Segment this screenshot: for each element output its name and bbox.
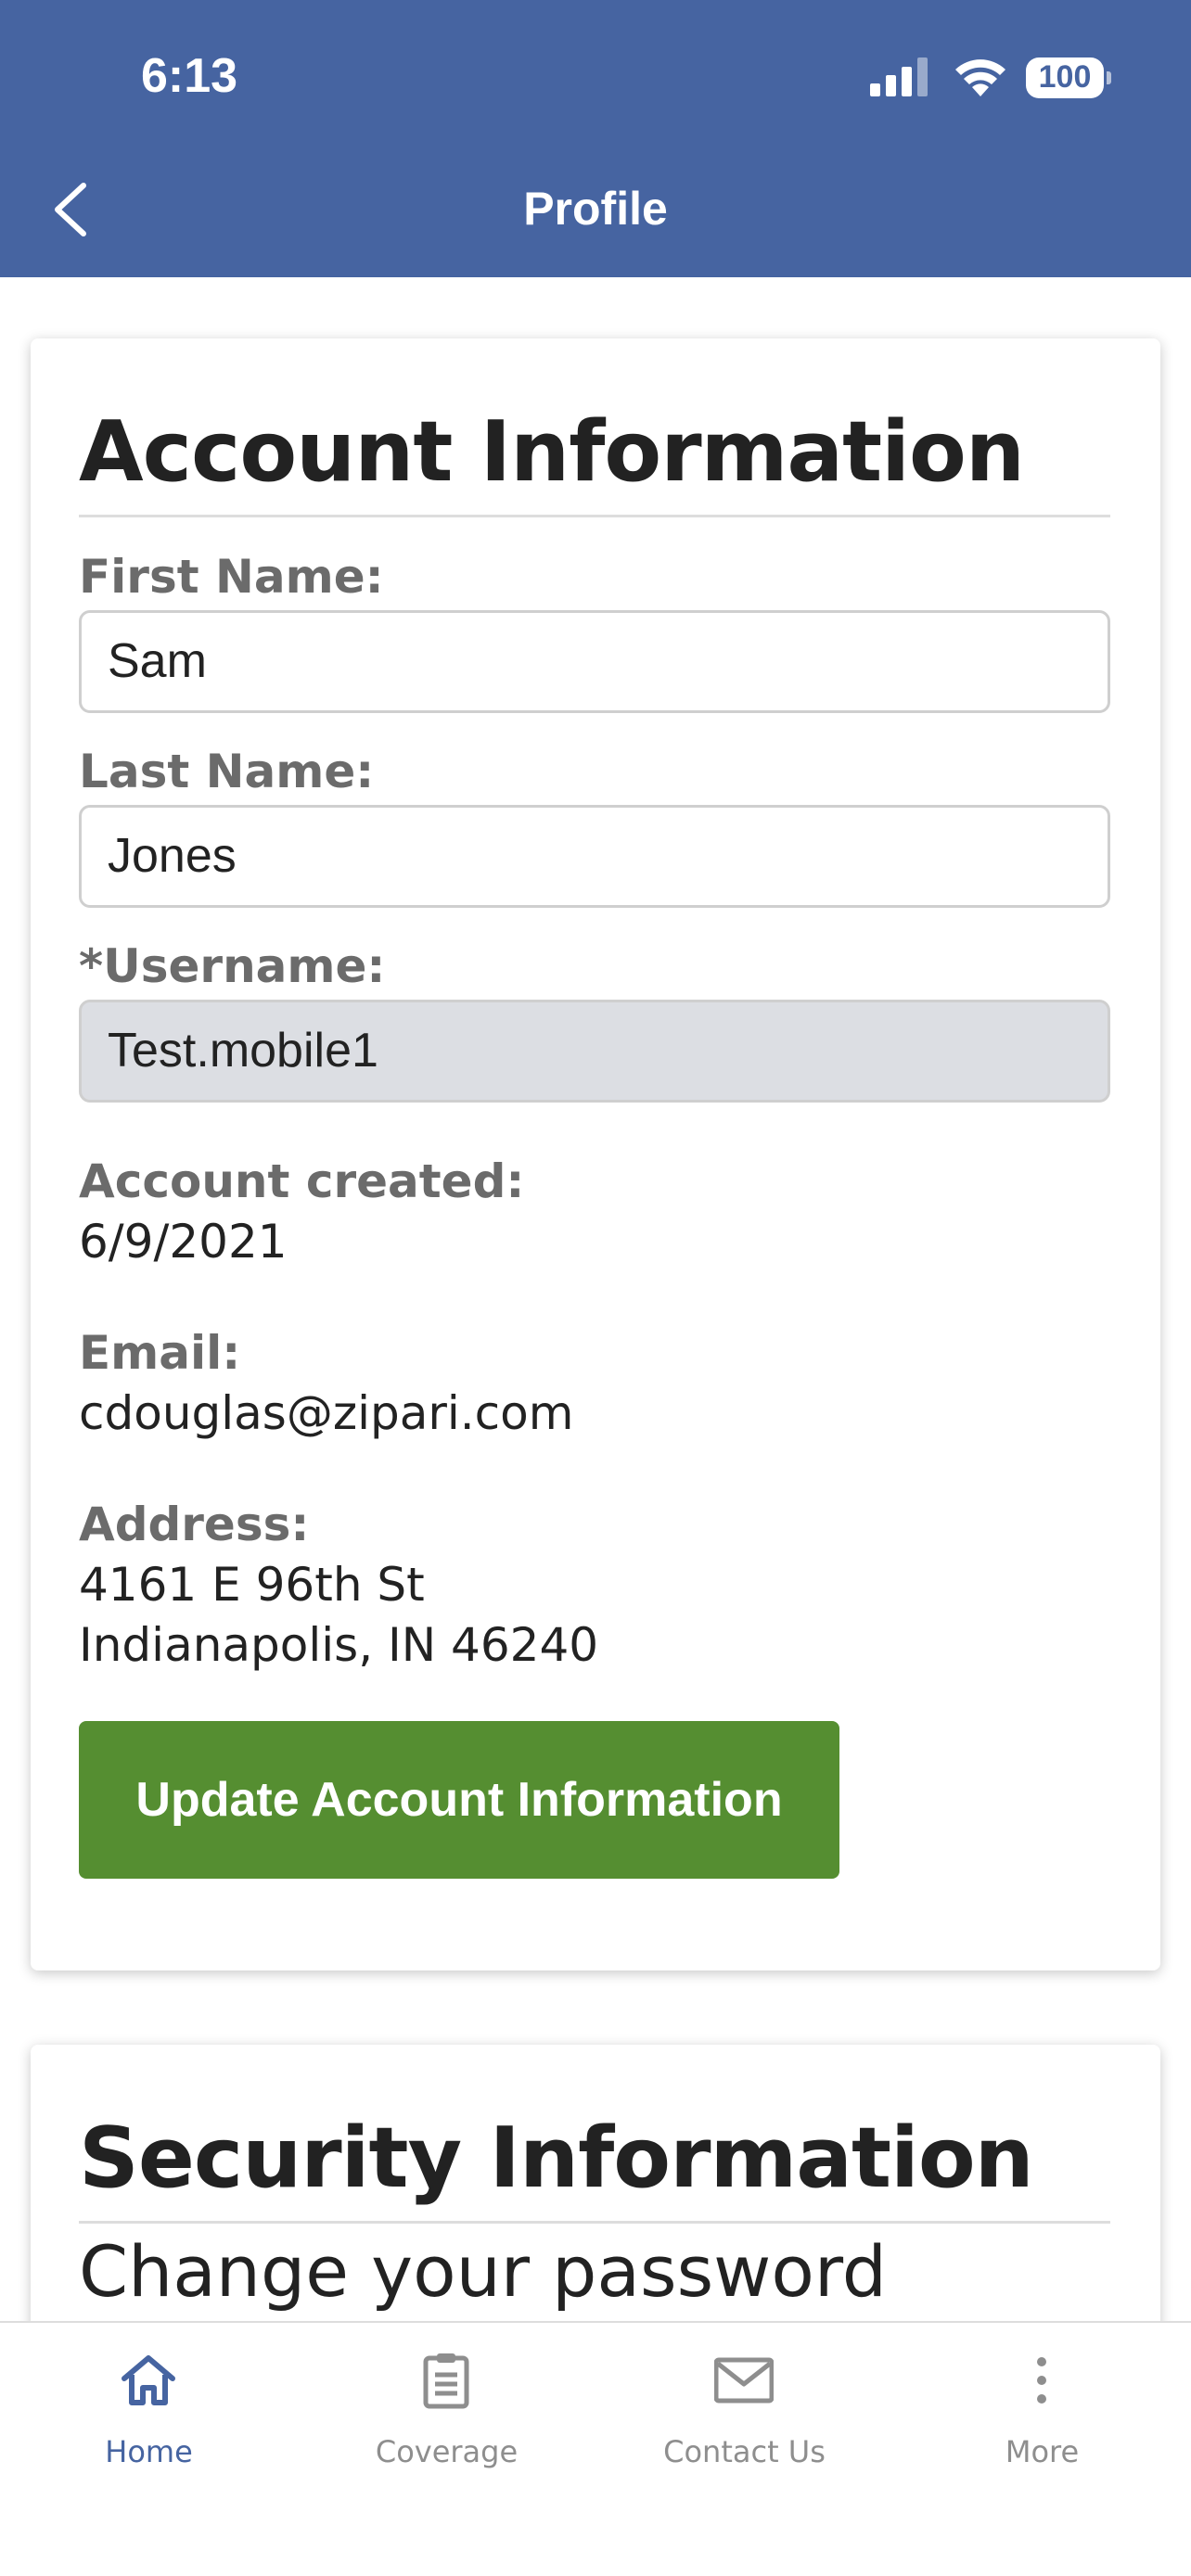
bottom-tab-bar: Home Coverage Contact Us More [0, 2321, 1191, 2576]
status-time: 6:13 [141, 49, 238, 103]
last-name-label: Last Name: [79, 745, 375, 798]
tab-home[interactable]: Home [0, 2323, 298, 2508]
username-label: *Username: [79, 939, 386, 993]
address-label: Address: [79, 1498, 310, 1551]
more-vertical-icon [1037, 2357, 1046, 2404]
first-name-label: First Name: [79, 550, 384, 604]
account-created-label: Account created: [79, 1154, 525, 1208]
tab-contact-us[interactable]: Contact Us [596, 2323, 893, 2508]
address-line-1: 4161 E 96th St [79, 1558, 425, 1612]
tab-contact-us-label: Contact Us [663, 2434, 826, 2469]
tab-more-label: More [1005, 2434, 1080, 2469]
cellular-signal-icon [870, 57, 928, 96]
address-line-2: Indianapolis, IN 46240 [79, 1618, 599, 1672]
tab-coverage[interactable]: Coverage [298, 2323, 596, 2508]
tab-coverage-label: Coverage [375, 2434, 519, 2469]
security-information-heading: Security Information [79, 2110, 1034, 2207]
change-password-heading[interactable]: Change your password [79, 2230, 887, 2313]
account-created-value: 6/9/2021 [79, 1215, 288, 1269]
battery-indicator: 100 [1026, 57, 1111, 98]
email-label: Email: [79, 1326, 241, 1380]
clipboard-icon [423, 2353, 469, 2409]
first-name-field[interactable]: Sam [79, 610, 1110, 713]
account-information-card: Account Information First Name: Sam Last… [31, 338, 1160, 1970]
last-name-field[interactable]: Jones [79, 805, 1110, 908]
mail-icon [714, 2357, 774, 2404]
email-value: cdouglas@zipari.com [79, 1386, 574, 1440]
heading-divider [79, 515, 1110, 517]
page-title: Profile [523, 183, 668, 235]
tab-more[interactable]: More [893, 2323, 1191, 2508]
top-bar: 6:13 100 Profile [0, 0, 1191, 277]
wifi-icon [955, 59, 1005, 96]
tab-home-label: Home [105, 2434, 193, 2469]
battery-level: 100 [1038, 59, 1092, 95]
update-account-information-button[interactable]: Update Account Information [79, 1721, 839, 1879]
account-information-heading: Account Information [79, 403, 1025, 501]
heading-divider [79, 2221, 1110, 2224]
home-icon [122, 2355, 175, 2405]
username-field: Test.mobile1 [79, 1000, 1110, 1103]
